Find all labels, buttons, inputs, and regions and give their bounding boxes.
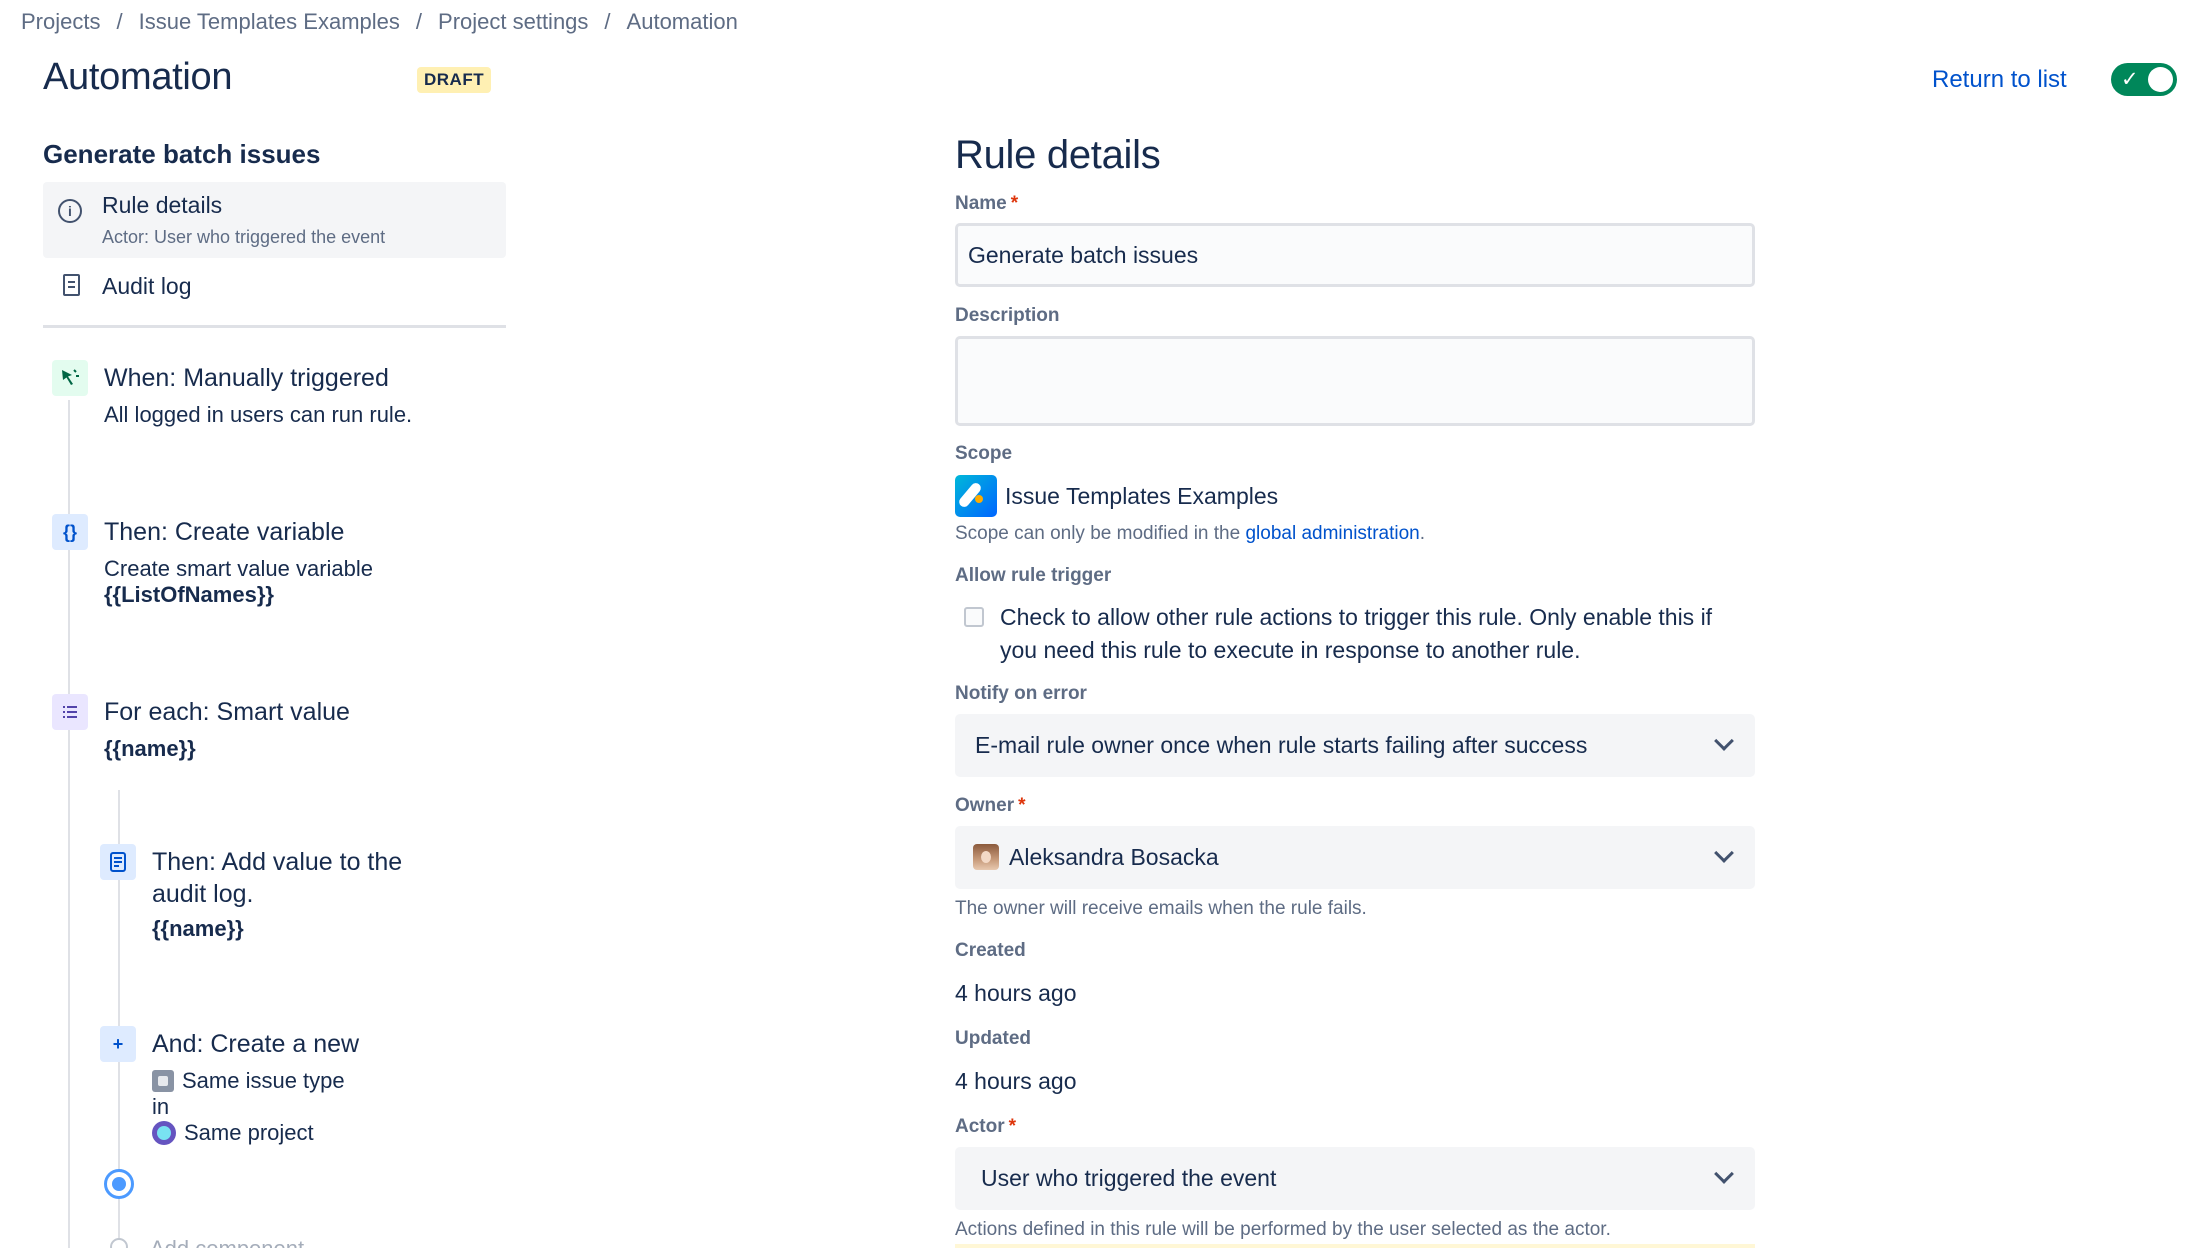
notify-on-error-label: Notify on error	[955, 683, 1087, 704]
return-to-list-link[interactable]: Return to list	[1932, 66, 2067, 94]
braces-icon: {}	[52, 514, 88, 550]
step-smart-value: {{name}}	[152, 916, 244, 941]
step-for-each[interactable]: For each: Smart value {{name}}	[52, 694, 552, 774]
rule-details-heading: Rule details	[955, 133, 1161, 177]
chevron-down-icon	[1714, 843, 1734, 863]
sidebar-item-rule-details[interactable]: i Rule details Actor: User who triggered…	[43, 182, 506, 258]
timeline-end-node	[104, 1169, 134, 1199]
rule-enabled-toggle[interactable]: ✓	[2111, 63, 2177, 96]
breadcrumb-project-settings[interactable]: Project settings	[438, 9, 588, 35]
sidebar-item-label: Rule details	[102, 192, 223, 218]
required-marker: *	[1010, 193, 1019, 214]
scope-label: Scope	[955, 443, 1013, 464]
document-icon	[100, 844, 136, 880]
step-title: When: Manually triggered	[104, 364, 389, 392]
step-title: Then: Add value to the	[152, 848, 403, 876]
breadcrumb-separator: /	[116, 9, 123, 34]
rule-name-value: Generate batch issues	[968, 241, 1199, 268]
allow-trigger-label: Allow rule trigger	[955, 565, 1112, 586]
page-title: Automation	[43, 56, 233, 98]
description-textarea[interactable]	[955, 336, 1755, 426]
actor-value: User who triggered the event	[981, 1165, 1277, 1191]
breadcrumb: Projects / Issue Templates Examples / Pr…	[21, 9, 738, 35]
avatar	[973, 844, 999, 870]
info-icon: i	[58, 199, 82, 223]
allow-trigger-text: Check to allow other rule actions to tri…	[1000, 604, 1713, 663]
warning-banner-edge	[955, 1244, 1755, 1248]
owner-label: Owner *	[955, 795, 1026, 817]
step-detail: All logged in users can run rule.	[104, 402, 413, 427]
step-issue-type: Same issue type	[152, 1068, 345, 1094]
actor-helper: Actions defined in this rule will be per…	[955, 1219, 1611, 1240]
breadcrumb-projects[interactable]: Projects	[21, 9, 100, 35]
actor-select[interactable]: User who triggered the event	[955, 1147, 1755, 1210]
add-component-link[interactable]: Add component	[150, 1236, 304, 1248]
step-smart-value: {{ListOfNames}}	[104, 582, 274, 607]
actor-label-text: Actor	[955, 1116, 1005, 1137]
step-title: For each: Smart value	[104, 698, 350, 726]
step-connector-text: in	[152, 1094, 170, 1119]
owner-value: Aleksandra Bosacka	[1009, 844, 1219, 870]
list-icon	[52, 694, 88, 730]
scope-helper-text: Scope can only be modified in the	[955, 523, 1241, 544]
updated-label: Updated	[955, 1028, 1031, 1049]
breadcrumb-project[interactable]: Issue Templates Examples	[139, 9, 400, 35]
scope-value: Issue Templates Examples	[1005, 483, 1279, 509]
step-trigger[interactable]: When: Manually triggered All logged in u…	[52, 360, 552, 440]
document-icon	[63, 274, 80, 296]
created-value: 4 hours ago	[955, 980, 1077, 1006]
chevron-down-icon	[1714, 1164, 1734, 1184]
sidebar-divider	[43, 325, 506, 328]
step-title: Then: Create variable	[104, 518, 345, 546]
step-create-issue[interactable]: + And: Create a new Same issue type in S…	[100, 1026, 550, 1156]
sidebar-item-sublabel: Actor: User who triggered the event	[102, 227, 386, 247]
owner-helper: The owner will receive emails when the r…	[955, 898, 1367, 919]
step-title: And: Create a new	[152, 1030, 360, 1058]
step-add-audit-log[interactable]: Then: Add value to the audit log. {{name…	[100, 844, 550, 944]
toggle-knob	[2148, 67, 2173, 92]
scope-helper-suffix: .	[1419, 523, 1426, 544]
step-project: Same project	[152, 1120, 314, 1146]
check-icon: ✓	[2121, 68, 2139, 91]
sidebar-item-label: Audit log	[102, 273, 192, 299]
notify-on-error-value: E-mail rule owner once when rule starts …	[975, 732, 1588, 758]
breadcrumb-automation[interactable]: Automation	[627, 9, 738, 35]
allow-trigger-checkbox[interactable]	[964, 607, 984, 627]
sidebar-item-audit-log[interactable]: Audit log	[43, 270, 506, 306]
chevron-down-icon	[1714, 731, 1734, 751]
issue-type-label: Same issue type	[182, 1068, 345, 1093]
required-marker: *	[1018, 795, 1026, 816]
plus-icon: +	[100, 1026, 136, 1062]
step-smart-value: {{name}}	[104, 736, 196, 761]
name-label-text: Name	[955, 193, 1007, 214]
updated-value: 4 hours ago	[955, 1068, 1077, 1094]
rule-name-input[interactable]: Generate batch issues	[955, 223, 1755, 287]
scope-helper: Scope can only be modified in the global…	[955, 523, 1425, 545]
required-marker: *	[1008, 1116, 1017, 1137]
step-title-continued: audit log.	[152, 880, 254, 908]
breadcrumb-separator: /	[604, 9, 611, 34]
step-detail: Create smart value variable	[104, 556, 374, 581]
step-create-variable[interactable]: {} Then: Create variable Create smart va…	[52, 514, 552, 614]
name-label: Name *	[955, 193, 1018, 215]
global-administration-link[interactable]: global administration	[1245, 523, 1419, 544]
project-avatar-icon	[152, 1121, 176, 1145]
draft-badge: DRAFT	[417, 67, 492, 93]
add-component-icon[interactable]	[110, 1238, 128, 1248]
description-label: Description	[955, 305, 1060, 326]
owner-select[interactable]: Aleksandra Bosacka	[955, 826, 1755, 889]
breadcrumb-separator: /	[415, 9, 423, 34]
owner-label-text: Owner	[955, 795, 1015, 816]
cursor-click-icon	[52, 360, 88, 396]
created-label: Created	[955, 940, 1026, 961]
rule-name-heading: Generate batch issues	[43, 139, 321, 169]
notify-on-error-select[interactable]: E-mail rule owner once when rule starts …	[955, 714, 1755, 777]
project-avatar-icon	[955, 475, 997, 517]
issue-type-icon	[152, 1070, 174, 1092]
project-label: Same project	[184, 1120, 314, 1145]
actor-label: Actor *	[955, 1116, 1016, 1138]
